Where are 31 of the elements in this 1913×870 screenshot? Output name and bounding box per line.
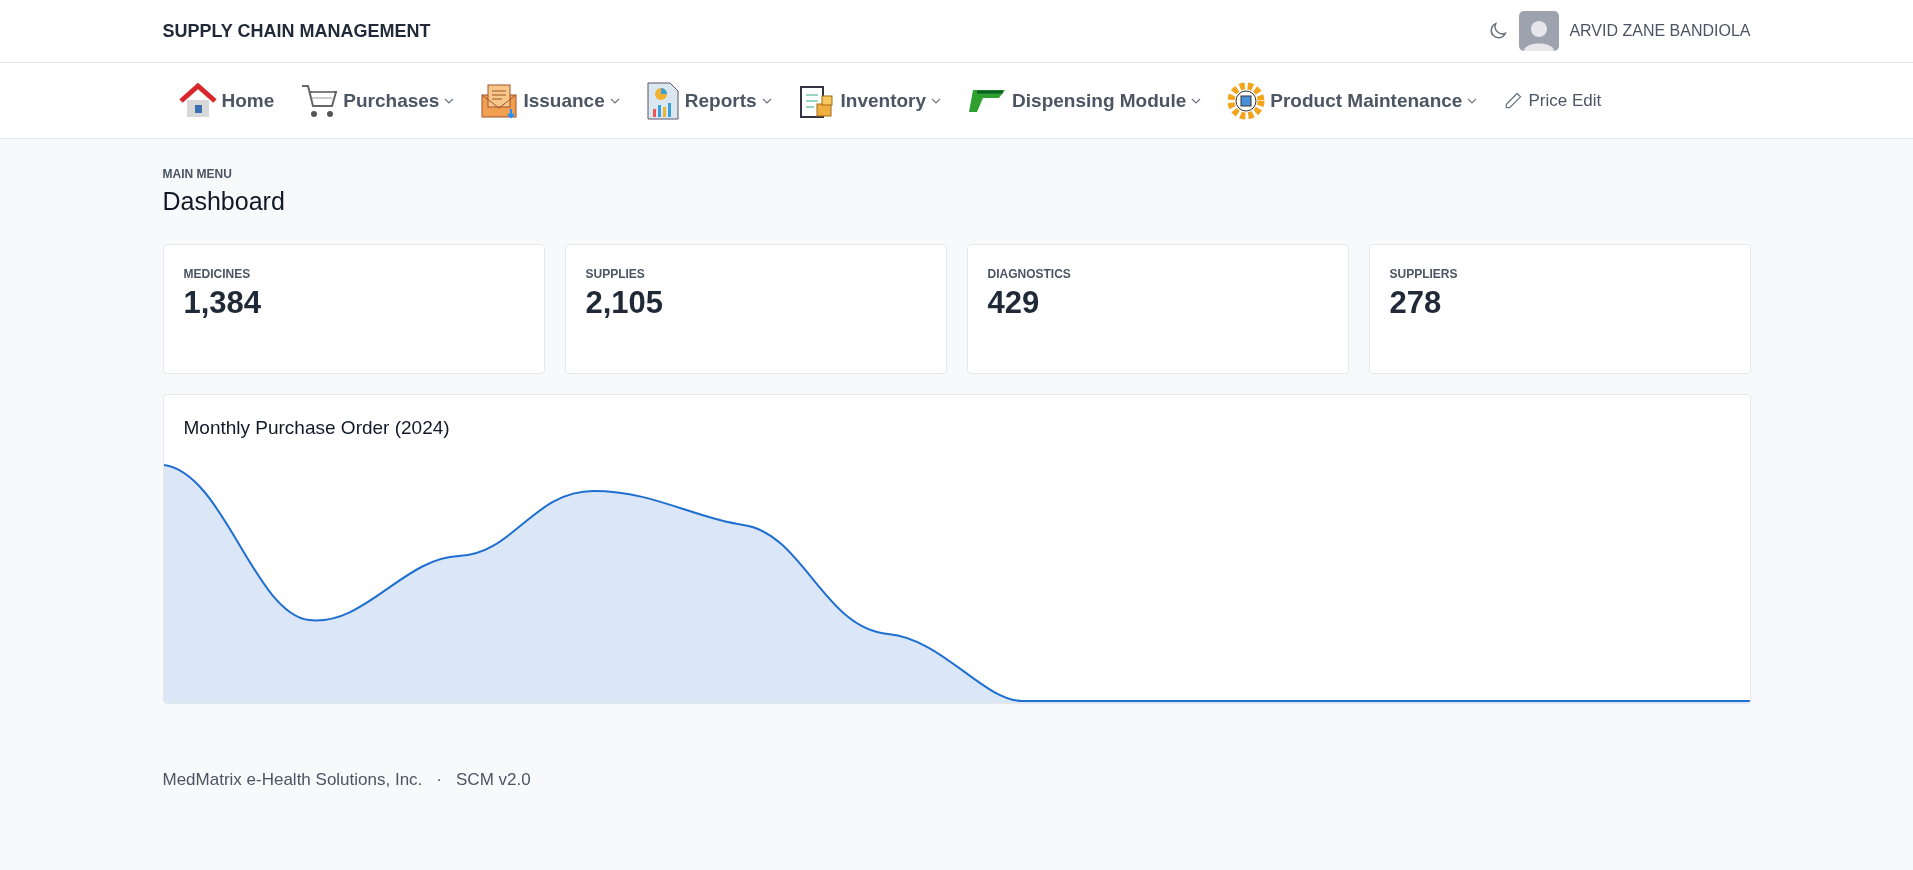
- gear-wrench-icon: [1227, 81, 1266, 120]
- breadcrumb: MAIN MENU: [162, 167, 233, 181]
- pencil-icon: [1503, 90, 1524, 111]
- nav-menu-item[interactable]: Issuance: [474, 82, 626, 119]
- stat-value: 1,384: [183, 285, 263, 321]
- envelope-icon: [480, 82, 519, 119]
- user-name[interactable]: ARVID ZANE BANDIOLA: [1569, 22, 1751, 40]
- nav-menu-item[interactable]: Product Maintenance: [1221, 81, 1484, 120]
- avatar-picture: [1519, 11, 1560, 51]
- nav-menu-item[interactable]: Dispensing Module: [961, 85, 1208, 116]
- version-text: SCM v2.0: [456, 770, 531, 790]
- stat-label: SUPPLIES: [585, 267, 646, 281]
- house-icon: [178, 82, 217, 119]
- stat-label: SUPPLIERS: [1389, 267, 1459, 281]
- stat-value: 429: [987, 285, 1041, 321]
- separator-dot: ·: [436, 770, 442, 790]
- nav-menu-item[interactable]: Inventory: [791, 81, 948, 120]
- nav-menu-item[interactable]: Home: [172, 82, 281, 119]
- nav-menu-item[interactable]: Purchases: [294, 82, 461, 119]
- company-name: MedMatrix e-Health Solutions, Inc.: [162, 770, 423, 790]
- report-chart-icon: [645, 80, 680, 121]
- nav-menu-item[interactable]: Price Edit: [1497, 90, 1608, 111]
- page-title: Dashboard: [162, 187, 286, 216]
- nav-menu-item[interactable]: Reports: [639, 80, 778, 121]
- stat-label: DIAGNOSTICS: [987, 267, 1072, 281]
- stat-label: MEDICINES: [183, 267, 252, 281]
- cart-icon: [300, 82, 339, 119]
- stat-value: 2,105: [585, 285, 665, 321]
- app-title: SUPPLY CHAIN MANAGEMENT: [162, 20, 431, 42]
- chart-title: Monthly Purchase Order (2024): [182, 416, 451, 439]
- stat-value: 278: [1389, 285, 1443, 321]
